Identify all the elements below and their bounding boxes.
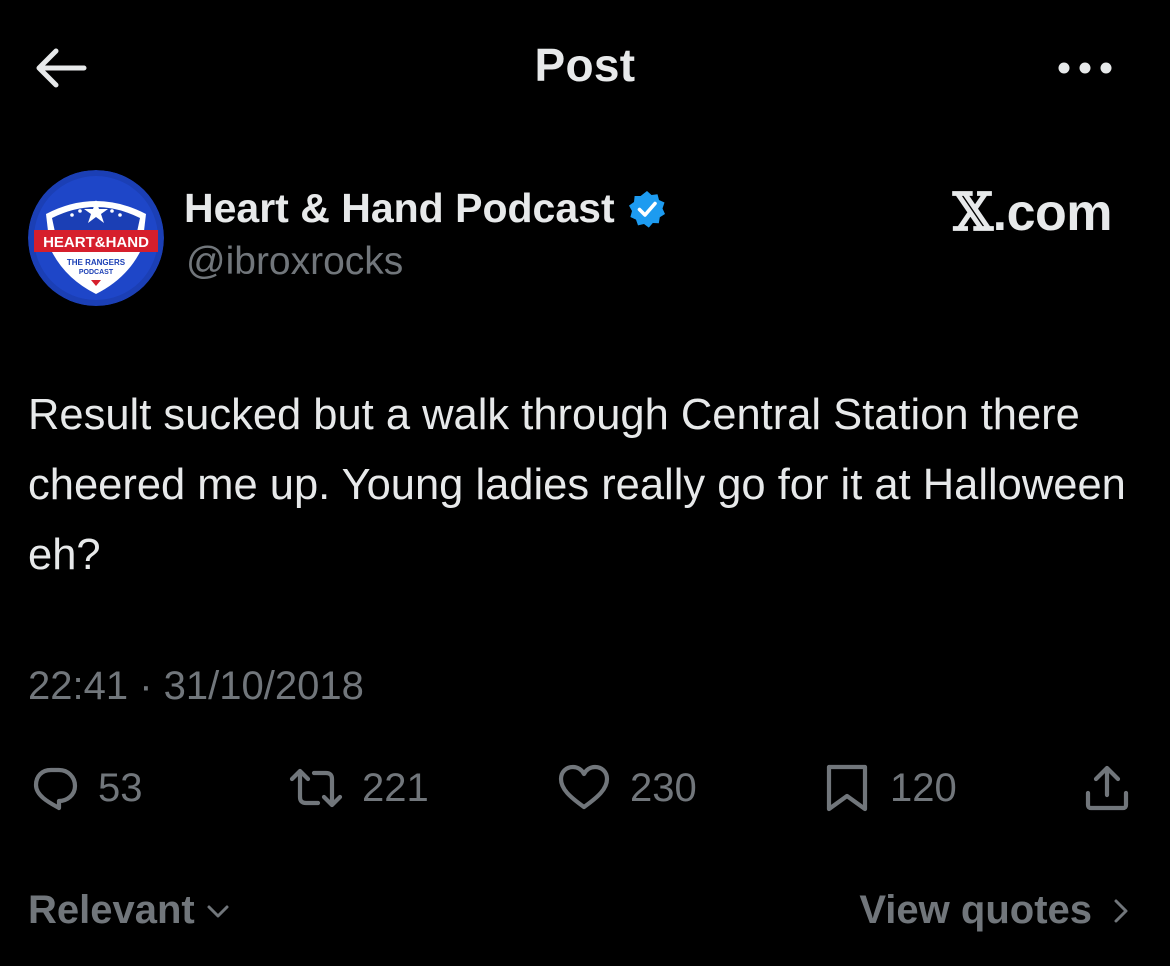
- sort-dropdown[interactable]: Relevant: [28, 888, 231, 933]
- verified-badge-icon: [628, 190, 665, 228]
- share-button[interactable]: [1082, 756, 1132, 820]
- view-quotes-link[interactable]: View quotes: [859, 888, 1134, 933]
- x-com-watermark: 𝕏.com: [952, 182, 1113, 243]
- author-name-text: Heart & Hand Podcast: [184, 185, 615, 231]
- sort-label: Relevant: [28, 888, 195, 932]
- page-title-text: Post: [534, 39, 636, 91]
- logo-sub-text-1: THE RANGERS: [67, 258, 126, 267]
- author-name[interactable]: Heart & Hand Podcast: [184, 185, 667, 232]
- repost-icon: [289, 768, 343, 808]
- like-button[interactable]: 230: [556, 756, 697, 820]
- post-screen: Post HEART&HAND THE RANGERS PODCAST Hear…: [0, 0, 1170, 966]
- bookmark-icon: [826, 764, 868, 812]
- reply-icon: [33, 767, 78, 811]
- logo-sub-text-2: PODCAST: [79, 269, 114, 276]
- reply-count: 53: [98, 765, 143, 810]
- chevron-down-icon: [207, 905, 229, 917]
- post-timestamp[interactable]: 22:41 · 31/10/2018: [28, 664, 364, 709]
- heart-and-hand-logo: HEART&HAND THE RANGERS PODCAST: [28, 170, 164, 306]
- more-horizontal-icon: [1058, 62, 1112, 74]
- heart-icon: [558, 764, 610, 810]
- bookmark-count: 120: [890, 765, 957, 810]
- like-count: 230: [630, 765, 697, 810]
- bookmark-button[interactable]: 120: [822, 756, 957, 820]
- author-handle[interactable]: @ibroxrocks: [186, 240, 403, 284]
- page-title: Post: [0, 38, 1170, 92]
- watermark-text: .com: [992, 184, 1113, 242]
- x-logo-icon: 𝕏: [952, 182, 993, 243]
- reply-button[interactable]: 53: [30, 756, 143, 820]
- more-options-button[interactable]: [1052, 48, 1122, 88]
- logo-main-text: HEART&HAND: [43, 234, 149, 251]
- repost-count: 221: [362, 765, 429, 810]
- repost-button[interactable]: 221: [288, 756, 429, 820]
- post-text: Result sucked but a walk through Central…: [28, 391, 1126, 579]
- avatar[interactable]: HEART&HAND THE RANGERS PODCAST: [28, 170, 164, 306]
- view-quotes-label: View quotes: [859, 888, 1092, 932]
- share-icon: [1085, 765, 1129, 811]
- chevron-right-icon: [1114, 899, 1128, 922]
